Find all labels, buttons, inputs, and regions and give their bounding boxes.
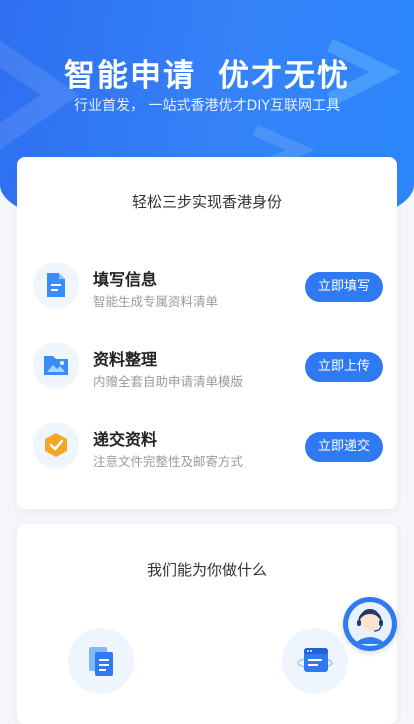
browser-window-icon[interactable] xyxy=(282,628,348,694)
step-title: 填写信息 xyxy=(93,270,158,289)
steps-card: 轻松三步实现香港身份 填写信息 智能生成专属资料清单 立即填写 资料整理 内赠全… xyxy=(17,157,397,509)
document-stack-icon[interactable] xyxy=(68,628,134,694)
fill-now-button[interactable]: 立即填写 xyxy=(305,272,383,302)
hero-title-right: 优才无忧 xyxy=(218,58,350,94)
step-title: 资料整理 xyxy=(93,350,158,369)
step-desc: 内赠全套自助申请清单模版 xyxy=(93,374,244,389)
document-icon xyxy=(33,262,79,308)
features-card-title: 我们能为你做什么 xyxy=(146,561,267,579)
steps-card-title: 轻松三步实现香港身份 xyxy=(131,193,282,211)
folder-image-icon xyxy=(33,342,79,388)
step-desc: 智能生成专属资料清单 xyxy=(93,294,219,309)
submit-now-button[interactable]: 立即递交 xyxy=(305,432,383,462)
step-submit-docs: 递交资料 注意文件完整性及邮寄方式 立即递交 xyxy=(33,420,383,476)
step-organize-docs: 资料整理 内赠全套自助申请清单模版 立即上传 xyxy=(33,340,383,396)
hero-subtitle: 行业首发， 一站式香港优才DIY互联网工具 xyxy=(74,98,340,114)
step-title: 递交资料 xyxy=(93,430,158,449)
customer-service-avatar-icon[interactable] xyxy=(343,597,397,651)
check-shield-icon xyxy=(33,422,79,468)
features-card: 我们能为你做什么 xyxy=(17,524,397,724)
upload-now-button[interactable]: 立即上传 xyxy=(305,352,383,382)
hero-title-left: 智能申请 xyxy=(64,58,196,94)
step-fill-info: 填写信息 智能生成专属资料清单 立即填写 xyxy=(33,260,383,316)
step-desc: 注意文件完整性及邮寄方式 xyxy=(93,454,244,469)
hero-title: 智能申请 优才无忧 xyxy=(0,50,414,95)
